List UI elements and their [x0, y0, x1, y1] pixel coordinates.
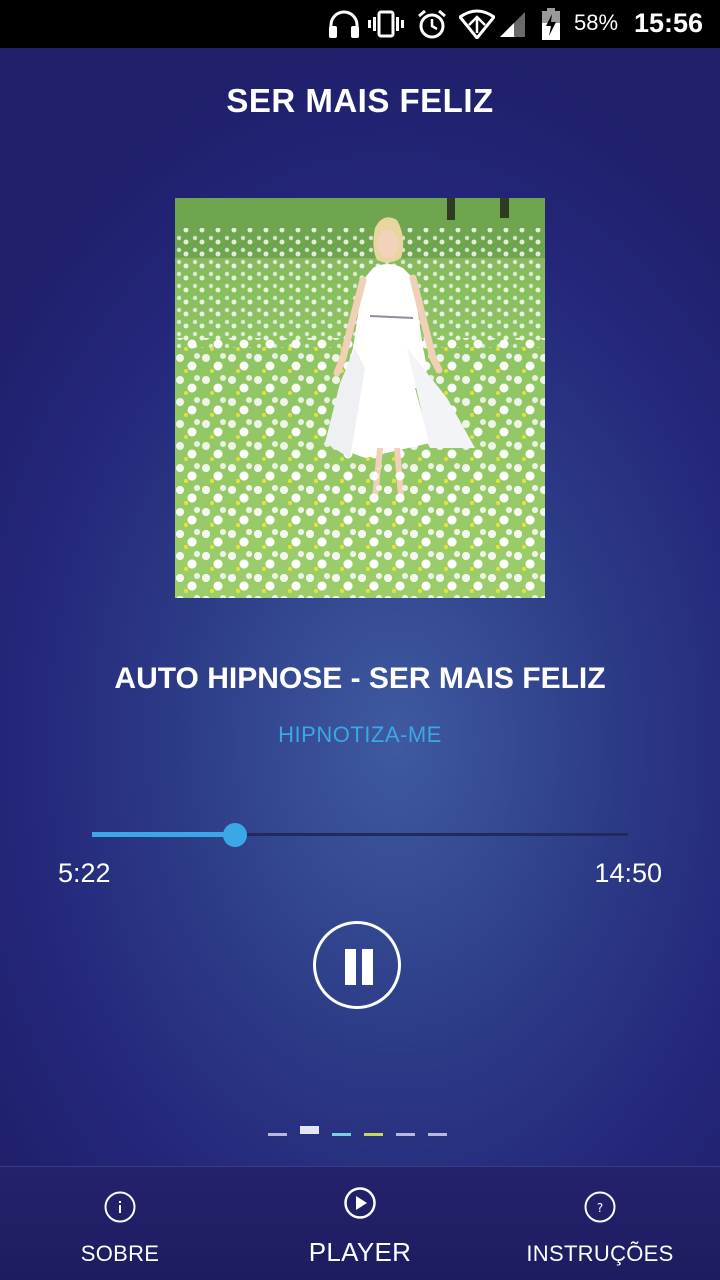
nav-sobre-label: SOBRE: [80, 1241, 160, 1266]
screen-title: SER MAIS FELIZ: [226, 82, 494, 119]
vibrate-icon: [366, 0, 406, 48]
svg-text:?: ?: [597, 1201, 603, 1215]
battery-charging-icon: [538, 0, 564, 48]
battery-percentage: 58%: [574, 10, 619, 35]
total-time: 14:50: [594, 858, 662, 888]
page-indicator: [268, 1124, 452, 1140]
page-indicator-dot[interactable]: [332, 1133, 351, 1136]
help-icon: ?: [584, 1191, 616, 1223]
seek-thumb[interactable]: [223, 823, 247, 847]
play-circle-icon: [344, 1187, 376, 1219]
headphones-icon: [324, 0, 364, 48]
status-clock: 15:56: [634, 8, 704, 38]
track-title: AUTO HIPNOSE - SER MAIS FELIZ: [114, 662, 606, 695]
artist-name[interactable]: HIPNOTIZA-ME: [0, 722, 720, 748]
bottom-navigation: SOBRE PLAYER ? INSTRUÇÕES: [0, 1166, 720, 1280]
page-indicator-dot[interactable]: [396, 1133, 415, 1136]
page-indicator-dot[interactable]: [268, 1133, 287, 1136]
seek-bar[interactable]: [92, 820, 628, 850]
wifi-icon: [458, 0, 496, 48]
signal-icon: [496, 0, 528, 48]
nav-player-label: PLAYER: [308, 1237, 412, 1267]
album-art: [175, 198, 545, 598]
page-indicator-dot[interactable]: [428, 1133, 447, 1136]
nav-instrucoes-label: INSTRUÇÕES: [526, 1241, 674, 1266]
alarm-icon: [414, 0, 450, 48]
page-indicator-dot[interactable]: [300, 1126, 319, 1134]
elapsed-time: 5:22: [58, 858, 111, 888]
status-bar: 58% 15:56: [0, 0, 720, 48]
seek-progress: [92, 832, 235, 837]
pause-button[interactable]: [313, 921, 401, 1009]
nav-sobre[interactable]: SOBRE: [0, 1167, 240, 1280]
nav-player[interactable]: PLAYER: [240, 1167, 480, 1280]
player-screen: 58% 15:56 SER MAIS FELIZ AUTO HIPNOSE - …: [0, 0, 720, 1280]
nav-instrucoes[interactable]: ? INSTRUÇÕES: [480, 1167, 720, 1280]
info-icon: [104, 1191, 136, 1223]
page-indicator-dot[interactable]: [364, 1133, 383, 1136]
